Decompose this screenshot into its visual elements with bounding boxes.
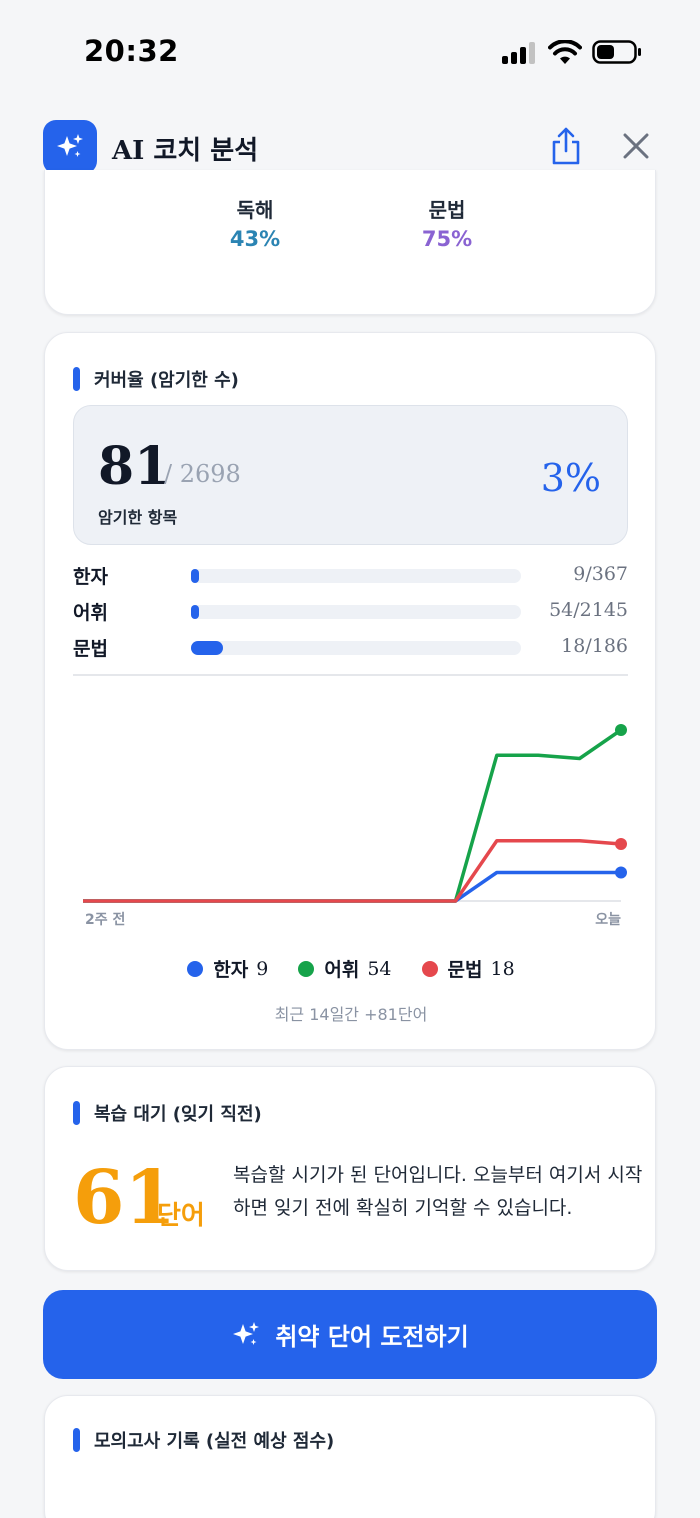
legend-label: 한자 (213, 959, 249, 981)
series-line-0 (83, 870, 621, 903)
coverage-card: 커버율 (암기한 수) 81 / 2698 암기한 항목 3% 한자 9/367… (44, 332, 656, 1050)
legend-label: 문법 (447, 959, 483, 981)
progress-label: 문법 (73, 638, 108, 660)
divider (73, 674, 628, 676)
score-reading: 독해 43% (213, 194, 297, 251)
legend-item-grammar: 문법 18 (421, 955, 515, 982)
sparkle-app-icon (43, 120, 97, 174)
progress-track (191, 569, 521, 583)
legend-count: 54 (367, 957, 392, 980)
section-accent-bar (73, 367, 80, 391)
coverage-title: 커버율 (암기한 수) (94, 370, 239, 391)
progress-row-grammar: 문법 18/186 (73, 632, 628, 662)
chart-legend: 한자 9 어휘 54 문법 18 (45, 955, 657, 982)
coverage-summary: 81 / 2698 암기한 항목 3% (73, 405, 628, 545)
mock-test-card: 모의고사 기록 (실전 예상 점수) (44, 1395, 656, 1518)
progress-row-vocab: 어휘 54/2145 (73, 596, 628, 626)
score-label: 문법 (428, 198, 466, 222)
total-count: / 2698 (164, 460, 241, 488)
legend-count: 9 (256, 957, 269, 980)
series-line-1 (83, 728, 622, 903)
progress-track (191, 605, 521, 619)
screen: 20:32 AI 코치 분석 독해 43% 문법 75% 커버율 (암기한 수)… (0, 0, 700, 1518)
legend-count: 18 (490, 957, 515, 980)
axis-label-end: 오늘 (595, 912, 621, 928)
coverage-percent: 3% (540, 456, 601, 500)
section-accent-bar (73, 1101, 80, 1125)
score-card: 독해 43% 문법 75% (44, 170, 656, 315)
status-time: 20:32 (84, 34, 179, 68)
score-value: 43% (229, 227, 281, 251)
legend-item-vocab: 어휘 54 (298, 955, 392, 982)
section-title: 모의고사 기록 (실전 예상 점수) (73, 1427, 334, 1453)
progress-value: 18/186 (561, 635, 628, 657)
page-title: AI 코치 분석 (112, 136, 259, 166)
battery-icon (592, 40, 641, 64)
wifi-icon (548, 40, 582, 64)
progress-track (191, 641, 521, 655)
review-description: 복습할 시기가 된 단어입니다. 오늘부터 여기서 시작하면 잊기 전에 확실히… (233, 1164, 643, 1219)
axis-label-start: 2주 전 (85, 912, 126, 928)
progress-row-kanji: 한자 9/367 (73, 560, 628, 590)
progress-value: 9/367 (573, 563, 628, 585)
progress-fill (191, 641, 223, 655)
progress-fill (191, 569, 200, 583)
review-unit: 단어 (157, 1201, 205, 1231)
memorized-count: 81 (98, 436, 171, 497)
section-title: 커버율 (암기한 수) (73, 366, 239, 392)
trend-line-chart (83, 724, 627, 903)
status-bar: 20:32 (0, 0, 700, 100)
cellular-signal-icon (502, 42, 538, 64)
score-grammar: 문법 75% (405, 194, 489, 251)
series-end-point-2 (615, 838, 627, 850)
score-value: 75% (421, 227, 473, 251)
share-icon[interactable] (548, 126, 584, 166)
progress-label: 한자 (73, 566, 108, 588)
progress-fill (191, 605, 200, 619)
progress-value: 54/2145 (549, 599, 628, 621)
progress-label: 어휘 (73, 602, 108, 624)
sparkle-icon (233, 1321, 260, 1345)
score-label: 독해 (236, 198, 274, 222)
legend-dot (187, 960, 204, 977)
recent-summary: 최근 14일간 +81단어 (274, 1005, 428, 1024)
legend-label: 어휘 (324, 959, 360, 981)
legend-dot (421, 960, 438, 977)
memorized-label: 암기한 항목 (98, 508, 178, 527)
challenge-weak-words-button[interactable]: 취약 단어 도전하기 (43, 1290, 657, 1379)
review-title: 복습 대기 (잊기 직전) (94, 1104, 262, 1125)
review-card: 복습 대기 (잊기 직전) 61 단어 복습할 시기가 된 단어입니다. 오늘부… (44, 1066, 656, 1271)
mock-title: 모의고사 기록 (실전 예상 점수) (94, 1431, 335, 1452)
close-icon[interactable] (620, 130, 652, 162)
legend-dot (298, 960, 315, 977)
cta-label: 취약 단어 도전하기 (275, 1323, 469, 1351)
series-end-point-0 (615, 866, 627, 879)
series-end-point-1 (615, 724, 627, 736)
section-accent-bar (73, 1428, 80, 1452)
section-title: 복습 대기 (잊기 직전) (73, 1100, 262, 1126)
legend-item-kanji: 한자 9 (187, 955, 268, 982)
